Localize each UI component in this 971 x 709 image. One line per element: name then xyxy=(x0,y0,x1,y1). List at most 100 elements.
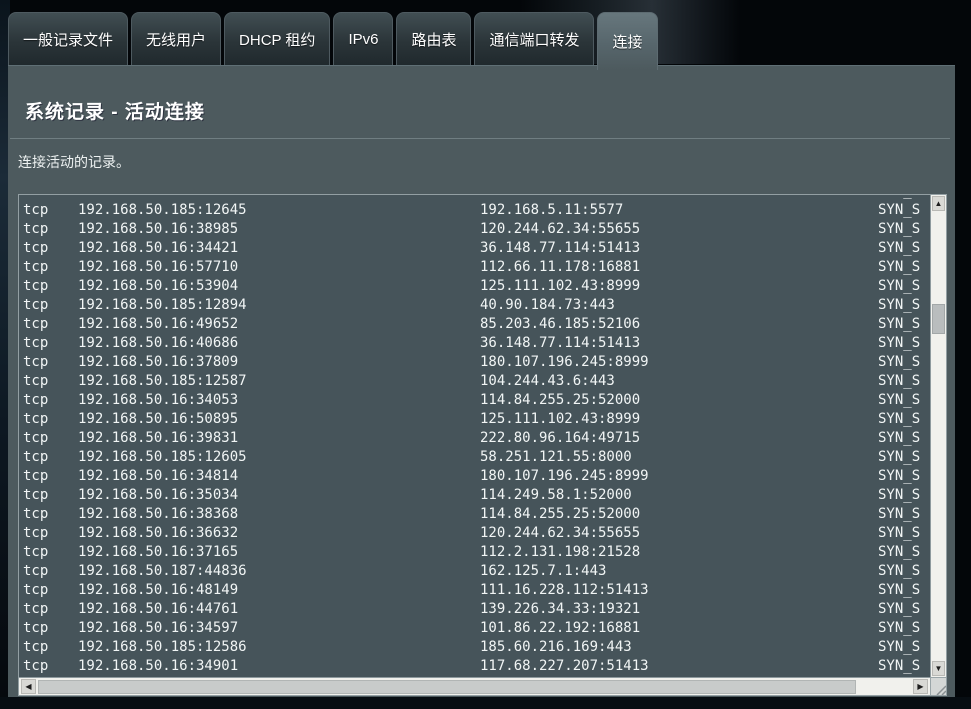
connection-row: tcp 192.168.50.16:49652 85.203.46.185:52… xyxy=(23,315,930,334)
tab-label: 通信端口转发 xyxy=(489,29,579,50)
local-address-cell: 192.168.50.16:38368 xyxy=(78,505,480,524)
tab-4[interactable]: IPv6 xyxy=(333,12,393,65)
horizontal-scrollbar-thumb[interactable] xyxy=(38,680,856,694)
scroll-right-button[interactable]: ▶ xyxy=(913,679,928,694)
arrow-up-icon: ▲ xyxy=(935,200,943,208)
tab-3[interactable]: DHCP 租约 xyxy=(224,12,330,65)
local-address-cell: 192.168.50.16:38985 xyxy=(78,220,480,239)
tab-6[interactable]: 通信端口转发 xyxy=(474,12,594,65)
state-cell: SYN_S xyxy=(878,410,922,429)
protocol-cell: tcp xyxy=(23,505,78,524)
tab-2[interactable]: 无线用户 xyxy=(131,12,221,65)
remote-address-cell: 125.111.102.43:8999 xyxy=(480,277,878,296)
vertical-scrollbar-thumb[interactable] xyxy=(932,304,945,334)
remote-address-cell: 111.16.228.112:51413 xyxy=(480,581,878,600)
tab-7[interactable]: 连接 xyxy=(597,12,657,70)
protocol-cell: tcp xyxy=(23,258,78,277)
local-address-cell: 192.168.50.16:36632 xyxy=(78,524,480,543)
protocol-cell: tcp xyxy=(23,562,78,581)
content-panel: 系统记录 - 活动连接 连接活动的记录。 SYN_S tcp 192.168.5… xyxy=(8,65,955,697)
remote-address-cell: 162.125.7.1:443 xyxy=(480,562,878,581)
protocol-cell: tcp xyxy=(23,391,78,410)
remote-address-cell: 112.2.131.198:21528 xyxy=(480,543,878,562)
protocol-cell: tcp xyxy=(23,600,78,619)
connection-row: tcp 192.168.50.16:44761 139.226.34.33:19… xyxy=(23,600,930,619)
tab-label: 路由表 xyxy=(411,29,456,50)
scroll-down-button[interactable]: ▼ xyxy=(932,661,945,676)
connection-row: tcp 192.168.50.16:50895 125.111.102.43:8… xyxy=(23,410,930,429)
state-cell: SYN_S xyxy=(878,619,922,638)
resize-grip[interactable] xyxy=(930,677,946,695)
connection-row: tcp 192.168.50.16:57710 112.66.11.178:16… xyxy=(23,258,930,277)
page-description: 连接活动的记录。 xyxy=(18,152,130,172)
local-address-cell: 192.168.50.16:53904 xyxy=(78,277,480,296)
remote-address-cell: 185.60.216.169:443 xyxy=(480,638,878,657)
tab-1[interactable]: 一般记录文件 xyxy=(8,12,128,65)
protocol-cell: tcp xyxy=(23,619,78,638)
local-address-cell: 192.168.50.16:37165 xyxy=(78,543,480,562)
protocol-cell: tcp xyxy=(23,448,78,467)
connections-log-box[interactable]: SYN_S tcp 192.168.50.185:12645 192.168.5… xyxy=(18,194,947,696)
remote-address-cell: 222.80.96.164:49715 xyxy=(480,429,878,448)
local-address-cell: 192.168.50.16:44761 xyxy=(78,600,480,619)
remote-address-cell: 180.107.196.245:8999 xyxy=(480,353,878,372)
protocol-cell: tcp xyxy=(23,353,78,372)
local-address-cell: 192.168.50.185:12587 xyxy=(78,372,480,391)
state-cell: SYN_S xyxy=(878,429,922,448)
scroll-left-button[interactable]: ◀ xyxy=(21,679,36,694)
local-address-cell: 192.168.50.16:34421 xyxy=(78,239,480,258)
remote-address-cell: 58.251.121.55:8000 xyxy=(480,448,878,467)
log-rows: SYN_S tcp 192.168.50.185:12645 192.168.5… xyxy=(19,195,930,677)
state-cell: SYN_S xyxy=(878,334,922,353)
protocol-cell: tcp xyxy=(23,581,78,600)
state-cell: SYN_S xyxy=(878,600,922,619)
protocol-cell: tcp xyxy=(23,657,78,676)
connection-row: tcp 192.168.50.16:36632 120.244.62.34:55… xyxy=(23,524,930,543)
local-address-cell: 192.168.50.16:39831 xyxy=(78,429,480,448)
protocol-cell: tcp xyxy=(23,334,78,353)
protocol-cell: tcp xyxy=(23,429,78,448)
connection-row: tcp 192.168.50.16:34597 101.86.22.192:16… xyxy=(23,619,930,638)
remote-address-cell: 112.66.11.178:16881 xyxy=(480,258,878,277)
connection-row: tcp 192.168.50.16:34901 117.68.227.207:5… xyxy=(23,657,930,676)
scroll-up-button[interactable]: ▲ xyxy=(932,196,945,211)
state-cell: SYN_S xyxy=(878,239,922,258)
connection-row: tcp 192.168.50.185:12587 104.244.43.6:44… xyxy=(23,372,930,391)
connection-row: tcp 192.168.50.16:53904 125.111.102.43:8… xyxy=(23,277,930,296)
horizontal-scrollbar[interactable]: ◀ ▶ xyxy=(19,677,930,695)
state-cell: SYN_S xyxy=(878,296,922,315)
title-divider xyxy=(10,138,950,139)
connection-row: tcp 192.168.50.16:39831 222.80.96.164:49… xyxy=(23,429,930,448)
state-cell: SYN_S xyxy=(878,562,922,581)
state-cell: SYN_S xyxy=(878,448,922,467)
remote-address-cell: 125.111.102.43:8999 xyxy=(480,410,878,429)
state-cell: SYN_S xyxy=(878,657,922,676)
vertical-scrollbar[interactable]: ▲ ▼ xyxy=(930,195,946,677)
remote-address-cell: 120.244.62.34:55655 xyxy=(480,524,878,543)
state-cell: SYN_S xyxy=(878,486,922,505)
remote-address-cell: 139.226.34.33:19321 xyxy=(480,600,878,619)
local-address-cell: 192.168.50.16:37809 xyxy=(78,353,480,372)
local-address-cell: 192.168.50.16:57710 xyxy=(78,258,480,277)
local-address-cell: 192.168.50.16:35034 xyxy=(78,486,480,505)
background-bottom-strip xyxy=(0,697,971,709)
remote-address-cell: 36.148.77.114:51413 xyxy=(480,239,878,258)
connection-row: tcp 192.168.50.16:37165 112.2.131.198:21… xyxy=(23,543,930,562)
tab-bar: 一般记录文件 无线用户 DHCP 租约 IPv6 路由表 通信端口转发 连接 xyxy=(8,12,658,68)
local-address-cell: 192.168.50.16:49652 xyxy=(78,315,480,334)
connection-row: tcp 192.168.50.16:37809 180.107.196.245:… xyxy=(23,353,930,372)
tab-label: 一般记录文件 xyxy=(23,29,113,50)
state-cell: SYN_S xyxy=(878,505,922,524)
tab-5[interactable]: 路由表 xyxy=(396,12,471,65)
state-cell: SYN_S xyxy=(878,638,922,657)
connection-row: tcp 192.168.50.185:12586 185.60.216.169:… xyxy=(23,638,930,657)
local-address-cell: 192.168.50.16:34901 xyxy=(78,657,480,676)
remote-address-cell: 101.86.22.192:16881 xyxy=(480,619,878,638)
tab-label: 无线用户 xyxy=(146,29,206,50)
state-cell: SYN_S xyxy=(878,391,922,410)
protocol-cell: tcp xyxy=(23,220,78,239)
remote-address-cell: 117.68.227.207:51413 xyxy=(480,657,878,676)
remote-address-cell: 36.148.77.114:51413 xyxy=(480,334,878,353)
remote-address-cell: 40.90.184.73:443 xyxy=(480,296,878,315)
tab-label: IPv6 xyxy=(348,31,378,48)
